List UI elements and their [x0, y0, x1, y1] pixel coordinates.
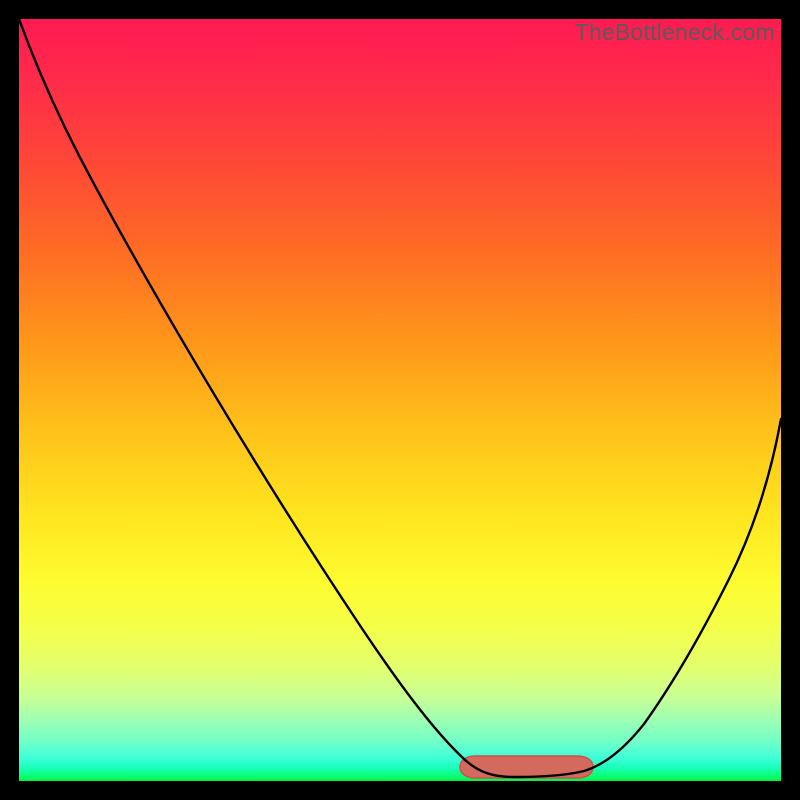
bottleneck-curve: [19, 19, 781, 781]
watermark-text: TheBottleneck.com: [575, 19, 775, 46]
plot-area: TheBottleneck.com: [19, 19, 781, 781]
curve-path: [19, 19, 781, 777]
chart-frame: TheBottleneck.com: [0, 0, 800, 800]
